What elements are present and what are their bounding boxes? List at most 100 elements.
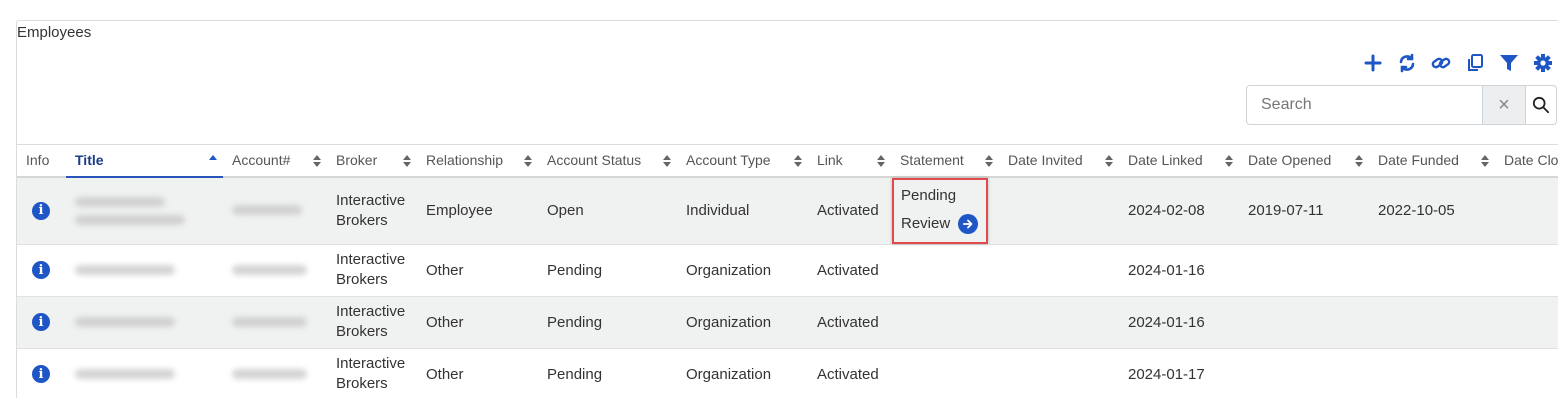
date-invited-cell (999, 348, 1119, 398)
redacted-text (232, 316, 307, 327)
col-account-status[interactable]: Account Status (538, 144, 677, 178)
redacted-text (75, 264, 175, 275)
link-icon[interactable] (1428, 52, 1454, 74)
date-funded-cell (1369, 296, 1495, 349)
date-invited-cell (999, 176, 1119, 245)
info-icon[interactable]: i (32, 313, 50, 331)
col-date-linked[interactable]: Date Linked (1119, 144, 1239, 178)
col-date-invited[interactable]: Date Invited (999, 144, 1119, 178)
relationship-cell: Employee (417, 176, 538, 245)
statement-status-line1: Pending (901, 186, 957, 204)
date-funded-cell (1369, 244, 1495, 297)
sort-icon (877, 155, 885, 167)
title-cell-redacted (66, 176, 223, 245)
table-row[interactable]: i Interactive Brokers Employee Open Indi… (17, 176, 1558, 245)
account-cell-redacted (223, 296, 327, 349)
date-invited-cell (999, 244, 1119, 297)
col-statement[interactable]: Statement (891, 144, 999, 178)
title-cell-redacted (66, 348, 223, 398)
status-cell: Pending (538, 244, 677, 297)
redacted-text (75, 196, 165, 207)
statement-status-line2: Review (901, 214, 951, 232)
col-link[interactable]: Link (808, 144, 891, 178)
search-box: × (1246, 85, 1557, 125)
statement-cell (891, 348, 999, 398)
employees-panel: Employees Search × Info Title Account# B… (16, 20, 1558, 398)
status-cell: Pending (538, 348, 677, 398)
sort-icon (794, 155, 802, 167)
sort-asc-icon (209, 155, 217, 160)
sort-icon (1105, 155, 1113, 167)
type-cell: Organization (677, 348, 808, 398)
account-cell-redacted (223, 244, 327, 297)
date-invited-cell (999, 296, 1119, 349)
col-date-opened[interactable]: Date Opened (1239, 144, 1369, 178)
type-cell: Individual (677, 176, 808, 245)
redacted-text (232, 368, 307, 379)
redacted-text (75, 214, 185, 225)
info-icon[interactable]: i (32, 201, 50, 220)
col-date-closed[interactable]: Date Clo (1495, 144, 1558, 178)
type-cell: Organization (677, 296, 808, 349)
date-opened-cell (1239, 296, 1369, 349)
redacted-text (232, 264, 307, 275)
clear-icon[interactable]: × (1482, 86, 1525, 124)
account-cell-redacted (223, 176, 327, 245)
date-opened-cell: 2019-07-11 (1239, 176, 1369, 245)
table-row[interactable]: i Interactive Brokers Other Pending Orga… (17, 348, 1558, 398)
relationship-cell: Other (417, 348, 538, 398)
sort-icon (1355, 155, 1363, 167)
info-icon[interactable]: i (32, 365, 50, 383)
search-input[interactable] (1247, 86, 1482, 124)
info-icon[interactable]: i (32, 261, 50, 279)
link-cell: Activated (808, 244, 891, 297)
date-funded-cell (1369, 348, 1495, 398)
arrow-right-icon[interactable] (958, 213, 979, 234)
refresh-icon[interactable] (1394, 52, 1420, 74)
redacted-text (75, 316, 175, 327)
col-info[interactable]: Info (17, 144, 66, 178)
toolbar (1360, 52, 1556, 74)
header-row: Info Title Account# Broker Relationship … (17, 144, 1558, 178)
link-cell: Activated (808, 296, 891, 349)
plus-icon[interactable] (1360, 52, 1386, 74)
statement-highlight: Pending Review (892, 177, 989, 244)
sort-icon (524, 155, 532, 167)
sort-icon (403, 155, 411, 167)
gear-icon[interactable] (1530, 52, 1556, 74)
date-linked-cell: 2024-01-17 (1119, 348, 1239, 398)
statement-cell (891, 244, 999, 297)
col-title[interactable]: Title (66, 144, 223, 178)
broker-cell: Interactive Brokers (327, 296, 417, 349)
title-cell-redacted (66, 296, 223, 349)
statement-review[interactable]: Review (901, 210, 979, 238)
table-row[interactable]: i Interactive Brokers Other Pending Orga… (17, 296, 1558, 349)
type-cell: Organization (677, 244, 808, 297)
filter-icon[interactable] (1496, 52, 1522, 74)
sort-icon (663, 155, 671, 167)
statement-cell (891, 296, 999, 349)
status-cell: Pending (538, 296, 677, 349)
account-cell-redacted (223, 348, 327, 398)
col-account[interactable]: Account# (223, 144, 327, 178)
col-account-type[interactable]: Account Type (677, 144, 808, 178)
broker-cell: Interactive Brokers (327, 348, 417, 398)
relationship-cell: Other (417, 244, 538, 297)
broker-cell: Interactive Brokers (327, 244, 417, 297)
statement-cell: Pending Review (891, 176, 999, 245)
broker-cell: Interactive Brokers (327, 176, 417, 245)
link-cell: Activated (808, 176, 891, 245)
sort-icon (1225, 155, 1233, 167)
copy-icon[interactable] (1462, 52, 1488, 74)
table-row[interactable]: i Interactive Brokers Other Pending Orga… (17, 244, 1558, 297)
date-linked-cell: 2024-01-16 (1119, 296, 1239, 349)
col-date-funded[interactable]: Date Funded (1369, 144, 1495, 178)
employees-table: Info Title Account# Broker Relationship … (17, 144, 1558, 398)
col-broker[interactable]: Broker (327, 144, 417, 178)
redacted-text (232, 205, 302, 215)
col-relationship[interactable]: Relationship (417, 144, 538, 178)
search-icon[interactable] (1525, 86, 1556, 124)
status-cell: Open (538, 176, 677, 245)
title-cell-redacted (66, 244, 223, 297)
sort-icon (985, 155, 993, 167)
